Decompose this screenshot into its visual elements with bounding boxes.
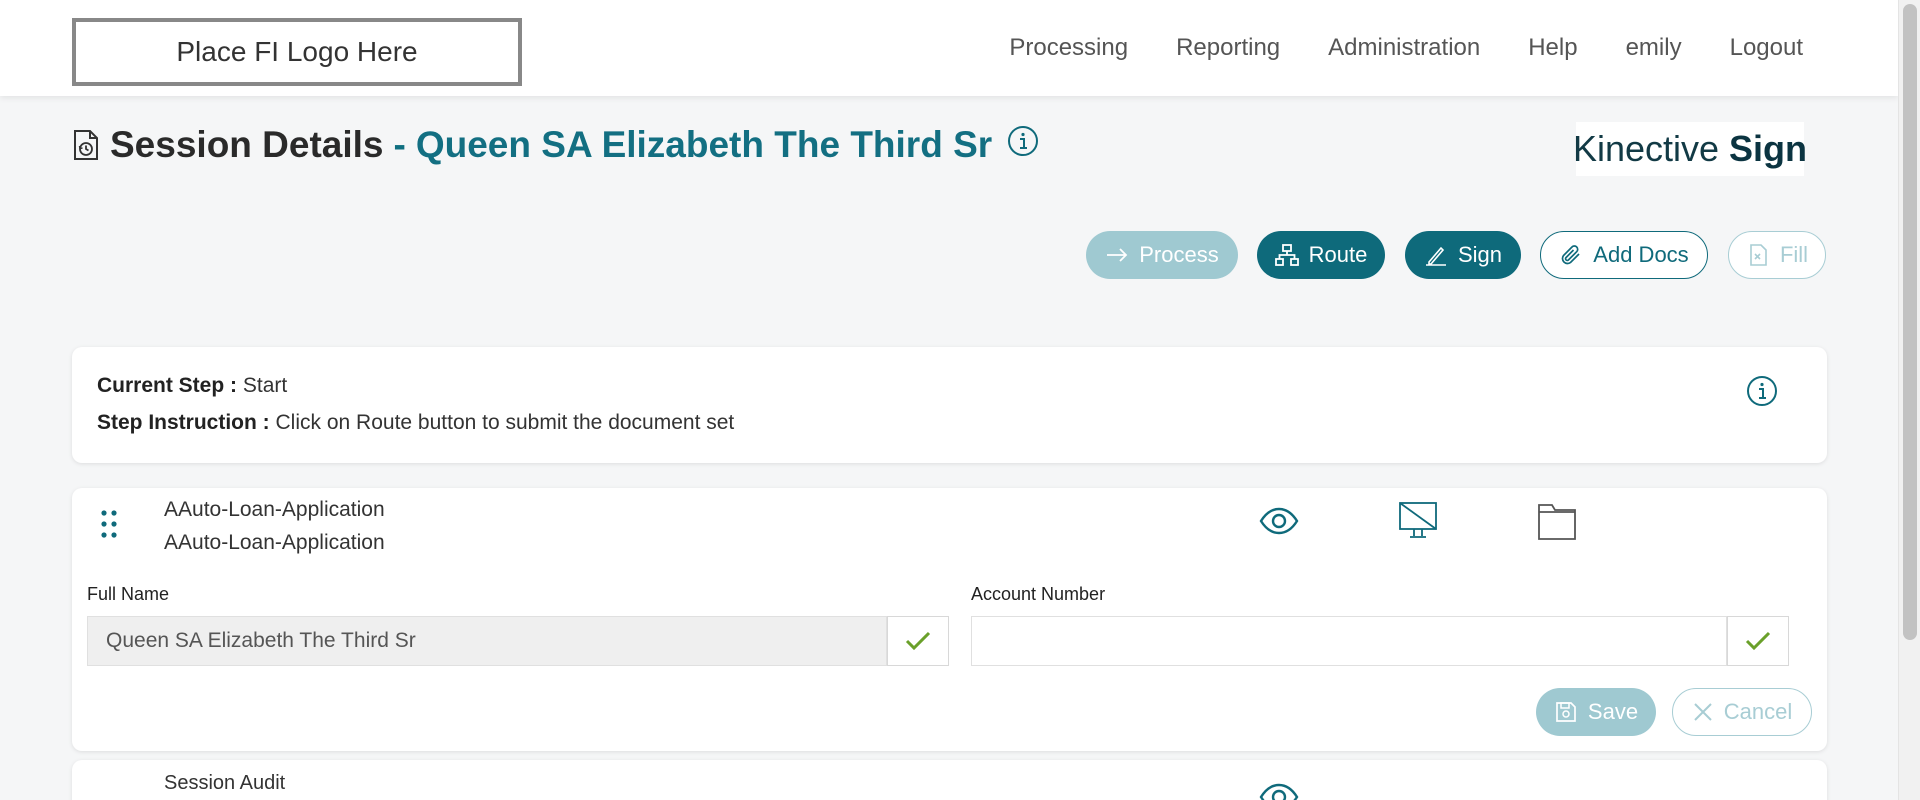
route-hierarchy-icon — [1274, 244, 1299, 266]
eye-icon[interactable] — [1258, 500, 1300, 542]
page-title: Session Details — [110, 124, 384, 165]
paperclip-icon — [1561, 245, 1580, 265]
fill-document-icon — [1750, 244, 1767, 266]
sign-button[interactable]: Sign — [1405, 231, 1521, 279]
nav-logout[interactable]: Logout — [1730, 34, 1803, 62]
process-button[interactable]: Process — [1086, 231, 1238, 279]
info-icon[interactable] — [1745, 374, 1779, 408]
signature-pen-icon — [1425, 246, 1446, 266]
fill-button[interactable]: Fill — [1728, 231, 1826, 279]
close-icon — [1694, 703, 1712, 721]
check-icon — [1745, 631, 1771, 651]
save-label: Save — [1587, 699, 1639, 724]
current-step-value: Start — [242, 374, 288, 397]
title-row: Session Details - Queen SA Elizabeth The… — [72, 124, 1040, 166]
process-label: Process — [1139, 242, 1219, 267]
brand-part-1: Kinective — [1572, 128, 1720, 169]
full-name-confirm-button[interactable] — [887, 616, 949, 666]
folder-icon[interactable] — [1536, 500, 1578, 542]
drag-handle-icon[interactable] — [99, 508, 119, 540]
step-instruction-value: Click on Route button to submit the docu… — [275, 411, 735, 434]
document-name: AAuto-Loan-Application — [164, 498, 385, 521]
route-button[interactable]: Route — [1257, 231, 1385, 279]
account-number-confirm-button[interactable] — [1727, 616, 1789, 666]
top-navbar: Place FI Logo Here Processing Reporting … — [0, 0, 1898, 96]
save-icon — [1556, 702, 1576, 722]
brand-part-2: Sign — [1729, 128, 1808, 169]
add-docs-button[interactable]: Add Docs — [1540, 231, 1708, 279]
info-icon[interactable] — [1006, 124, 1040, 158]
current-step-line: Current Step : Start — [97, 374, 287, 398]
save-button[interactable]: Save — [1536, 688, 1656, 736]
document-card: AAuto-Loan-Application AAuto-Loan-Applic… — [72, 488, 1827, 751]
account-number-field[interactable] — [971, 616, 1727, 666]
session-audit-name: Session Audit — [164, 772, 286, 794]
main-nav: Processing Reporting Administration Help… — [1009, 34, 1803, 62]
current-step-label: Current Step : — [97, 374, 238, 397]
nav-help[interactable]: Help — [1528, 34, 1577, 62]
cancel-label: Cancel — [1723, 699, 1793, 724]
page-scrollbar[interactable] — [1898, 0, 1920, 800]
sign-label: Sign — [1457, 242, 1503, 267]
title-separator: - — [393, 124, 406, 165]
no-display-icon[interactable] — [1397, 500, 1439, 542]
document-subname: AAuto-Loan-Application — [164, 531, 385, 554]
eye-icon[interactable] — [1258, 776, 1300, 800]
full-name-label: Full Name — [87, 584, 170, 604]
history-doc-icon — [74, 130, 98, 160]
full-name-field[interactable]: Queen SA Elizabeth The Third Sr — [87, 616, 887, 666]
fill-label: Fill — [1779, 242, 1809, 267]
kinective-sign-logo: Kinective Sign — [1572, 122, 1808, 176]
account-number-label: Account Number — [971, 584, 1106, 604]
nav-processing[interactable]: Processing — [1009, 34, 1128, 62]
fi-logo-placeholder[interactable]: Place FI Logo Here — [72, 18, 522, 86]
nav-user[interactable]: emily — [1626, 34, 1682, 62]
cancel-button[interactable]: Cancel — [1672, 688, 1812, 736]
step-info-card: Current Step : Start Step Instruction : … — [72, 347, 1827, 463]
scrollbar-thumb[interactable] — [1903, 4, 1917, 640]
arrow-right-icon — [1107, 248, 1128, 262]
add-docs-label: Add Docs — [1593, 242, 1689, 267]
logo-text: Place FI Logo Here — [176, 36, 418, 67]
step-instruction-line: Step Instruction : Click on Route button… — [97, 411, 734, 435]
nav-reporting[interactable]: Reporting — [1176, 34, 1280, 62]
session-audit-card: Session Audit — [72, 760, 1827, 800]
check-icon — [905, 631, 931, 651]
nav-administration[interactable]: Administration — [1328, 34, 1480, 62]
route-label: Route — [1308, 242, 1368, 267]
session-name: Queen SA Elizabeth The Third Sr — [415, 124, 993, 165]
step-instruction-label: Step Instruction : — [97, 411, 270, 434]
